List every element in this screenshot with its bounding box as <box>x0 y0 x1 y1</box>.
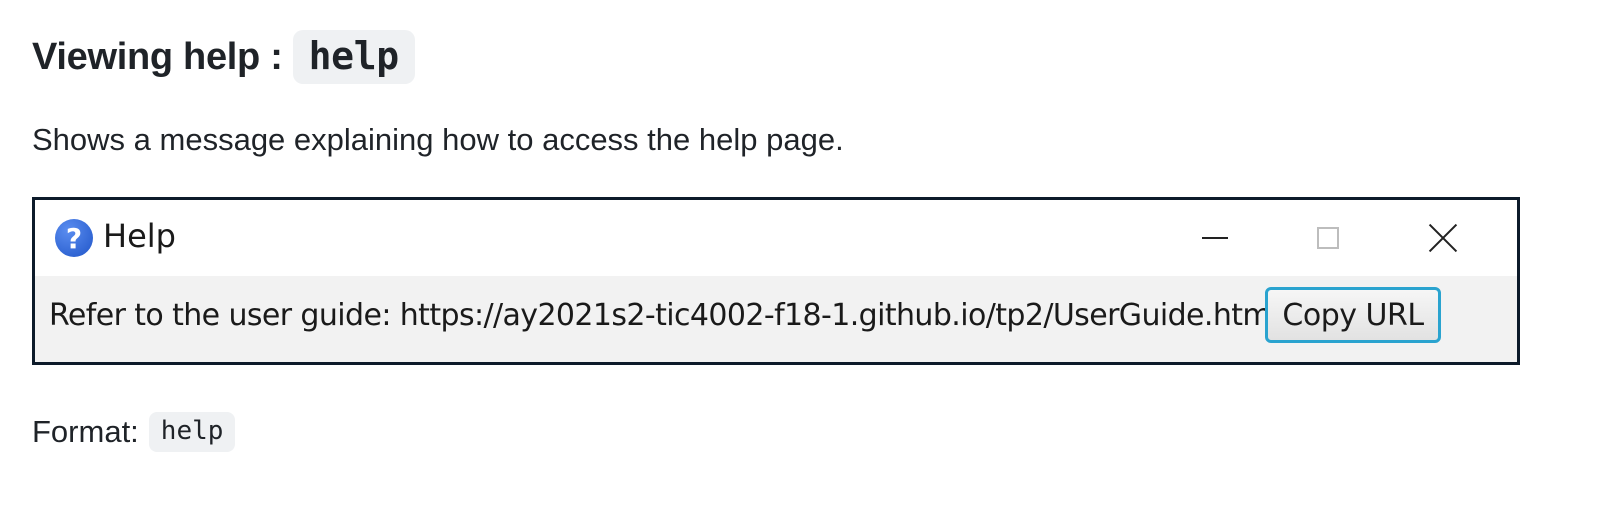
copy-url-button[interactable]: Copy URL <box>1265 287 1441 343</box>
user-guide-message: Refer to the user guide: https://ay2021s… <box>49 298 1279 333</box>
format-command-code: help <box>148 412 236 452</box>
minimize-icon <box>1202 237 1228 239</box>
format-line: Format: help <box>32 412 236 452</box>
maximize-button[interactable] <box>1298 216 1358 260</box>
format-label: Format: <box>32 414 139 449</box>
heading-text: Viewing help : <box>32 35 283 78</box>
close-button[interactable] <box>1413 216 1473 260</box>
window-title: Help <box>103 217 176 255</box>
close-icon <box>1428 223 1458 253</box>
section-description: Shows a message explaining how to access… <box>32 122 844 157</box>
window-content: Refer to the user guide: https://ay2021s… <box>35 276 1517 362</box>
question-icon: ? <box>55 219 93 257</box>
maximize-icon <box>1317 227 1339 249</box>
section-heading: Viewing help : help <box>32 25 415 89</box>
heading-command-code: help <box>292 30 415 84</box>
window-titlebar: ? Help <box>35 200 1517 276</box>
minimize-button[interactable] <box>1185 216 1245 260</box>
help-window-screenshot: ? Help Refer to the user guide: https://… <box>32 197 1520 365</box>
